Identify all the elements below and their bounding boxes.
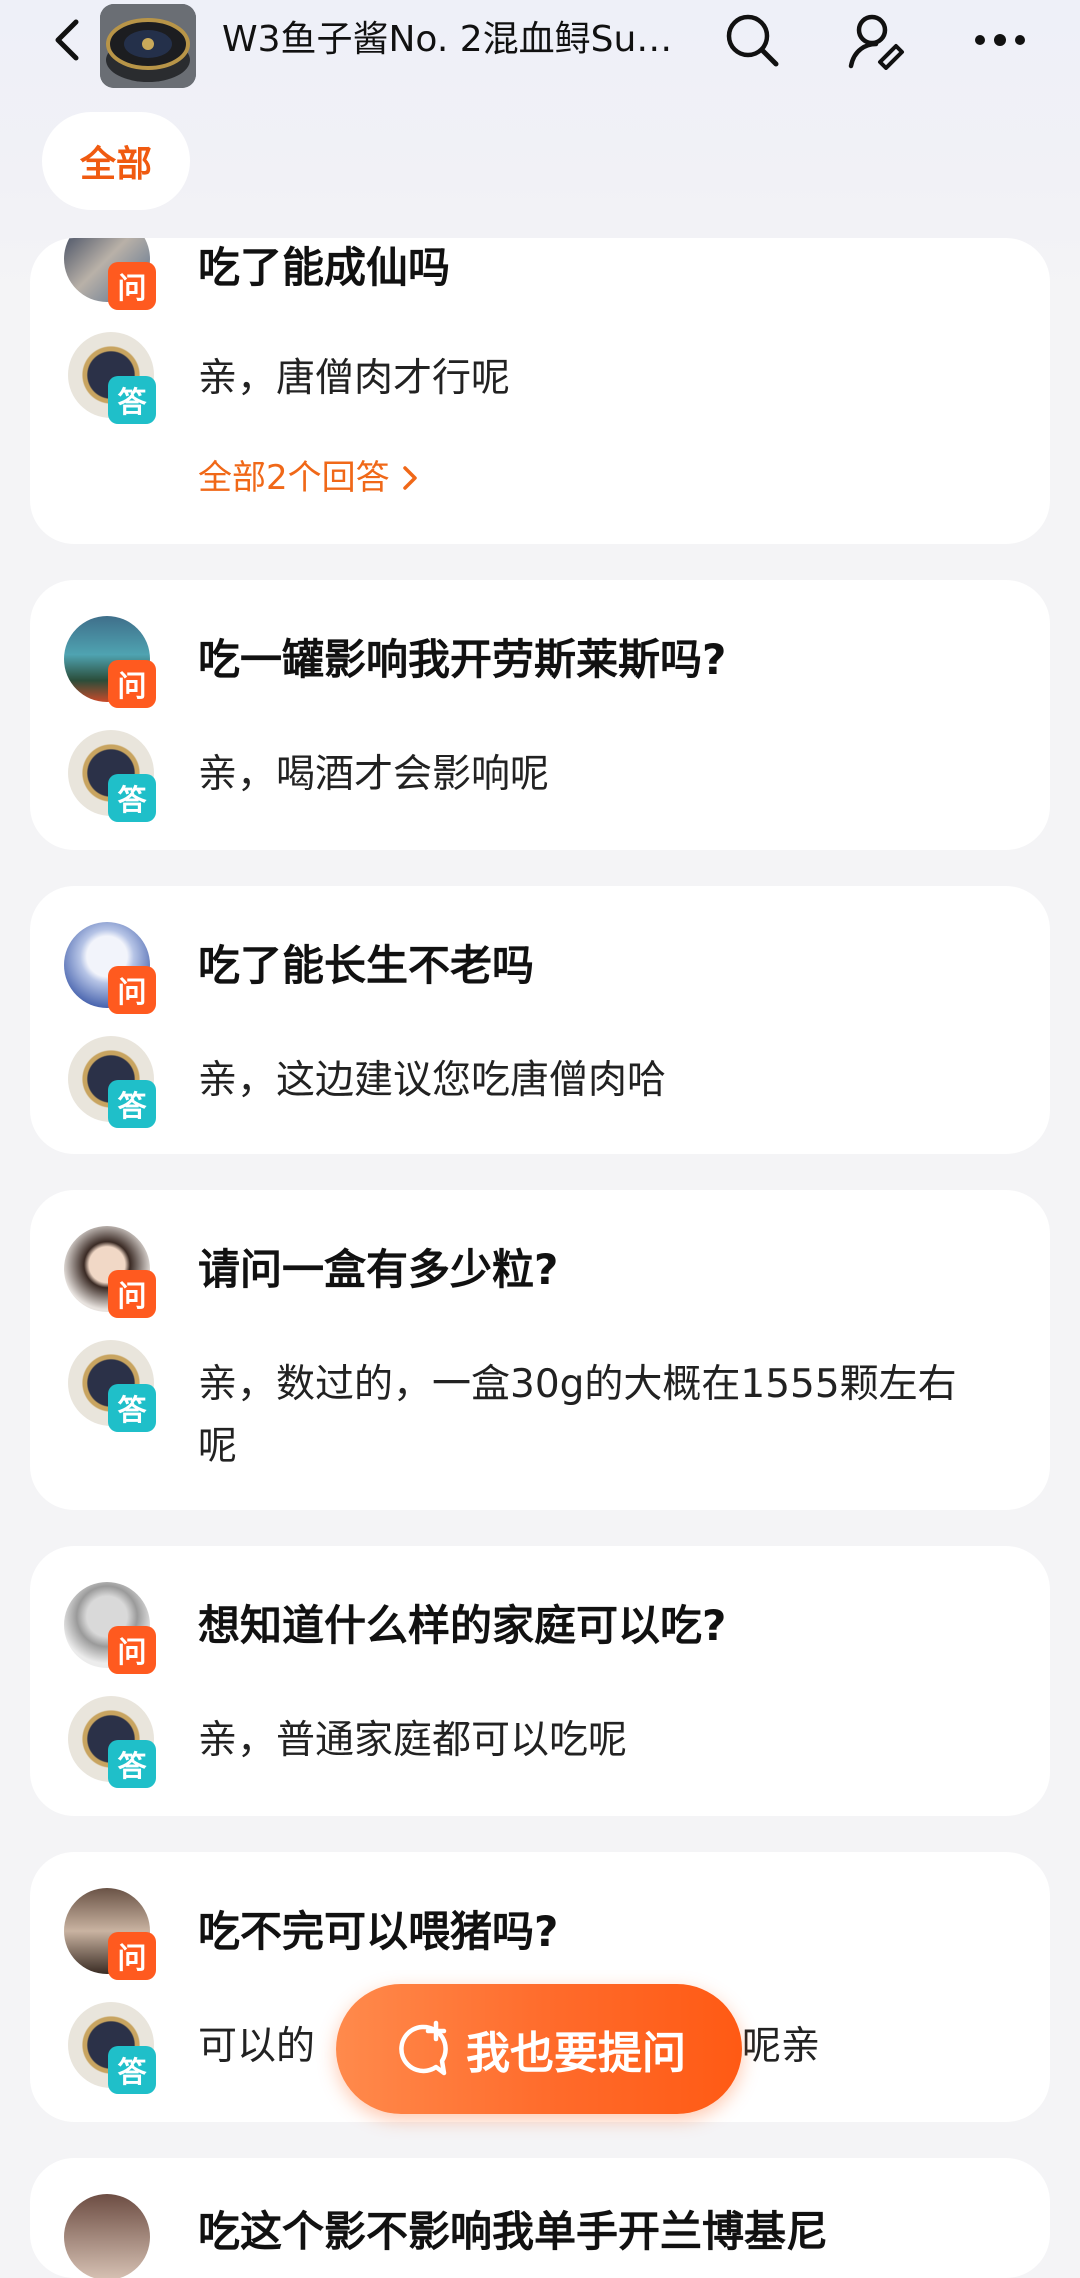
asker-avatar [64, 2194, 150, 2278]
search-icon[interactable] [722, 10, 782, 70]
answer-line: 亲，数过的，一盒30g的大概在1555颗左右 [198, 1362, 957, 1407]
qa-card[interactable]: 问 吃一罐影响我开劳斯莱斯吗? 答 亲，喝酒才会影响呢 [30, 580, 1050, 850]
page-title: W3鱼子酱No. 2混血鲟Sup... [222, 19, 692, 60]
qa-card[interactable]: 问 吃了能长生不老吗 答 亲，这边建议您吃唐僧肉哈 [30, 886, 1050, 1154]
answer-badge: 答 [108, 1740, 156, 1788]
question-badge: 问 [108, 1270, 156, 1318]
question-text: 吃这个影不影响我单手开兰博基尼 [198, 2207, 829, 2256]
question-text: 吃不完可以喂猪吗? [198, 1907, 559, 1956]
question-text: 吃了能长生不老吗 [198, 941, 535, 990]
question-badge: 问 [108, 966, 156, 1014]
question-text: 想知道什么样的家庭可以吃? [198, 1601, 727, 1650]
back-icon[interactable] [48, 18, 88, 62]
answer-text-right: 呢亲 [742, 2024, 821, 2069]
all-answers-link[interactable]: 全部2个回答 [198, 456, 420, 500]
answer-badge: 答 [108, 376, 156, 424]
question-text: 吃一罐影响我开劳斯莱斯吗? [198, 635, 727, 684]
chevron-right-icon [403, 466, 418, 490]
product-thumbnail[interactable] [100, 4, 196, 88]
qa-card[interactable]: 吃这个影不影响我单手开兰博基尼 [30, 2158, 1050, 2278]
answer-text: 亲，普通家庭都可以吃呢 [198, 1718, 628, 1763]
question-badge: 问 [108, 1626, 156, 1674]
ask-question-label: 我也要提问 [466, 2028, 686, 2079]
qa-card[interactable]: 问 吃了能成仙吗 答 亲，唐僧肉才行呢 全部2个回答 [30, 238, 1050, 544]
question-text: 吃了能成仙吗 [198, 243, 451, 292]
answer-line: 呢 [198, 1424, 238, 1469]
answer-badge: 答 [108, 774, 156, 822]
answer-text: 亲，唐僧肉才行呢 [198, 356, 511, 401]
answer-badge: 答 [108, 2046, 156, 2094]
qa-card[interactable]: 问 请问一盒有多少粒? 答 亲，数过的，一盒30g的大概在1555颗左右 呢 [30, 1190, 1050, 1510]
qa-card[interactable]: 问 想知道什么样的家庭可以吃? 答 亲，普通家庭都可以吃呢 [30, 1546, 1050, 1816]
header-bar: W3鱼子酱No. 2混血鲟Sup... [0, 0, 1080, 88]
answer-text: 亲，这边建议您吃唐僧肉哈 [198, 1058, 667, 1103]
answer-text: 亲，数过的，一盒30g的大概在1555颗左右 呢 [198, 1354, 1048, 1478]
question-badge: 问 [108, 660, 156, 708]
person-question-icon[interactable] [846, 10, 906, 70]
question-badge: 问 [108, 262, 156, 310]
question-text: 请问一盒有多少粒? [198, 1245, 559, 1294]
answer-text-left: 可以的 [198, 2024, 316, 2069]
all-answers-label: 全部2个回答 [198, 458, 390, 498]
chat-bubble-plus-icon [399, 2020, 448, 2076]
answer-text: 亲，喝酒才会影响呢 [198, 752, 550, 797]
ask-question-button[interactable]: 我也要提问 [336, 1984, 742, 2114]
question-badge: 问 [108, 1932, 156, 1980]
answer-badge: 答 [108, 1384, 156, 1432]
more-dots-icon[interactable] [970, 10, 1030, 70]
tab-all[interactable]: 全部 [42, 112, 190, 210]
answer-badge: 答 [108, 1080, 156, 1128]
